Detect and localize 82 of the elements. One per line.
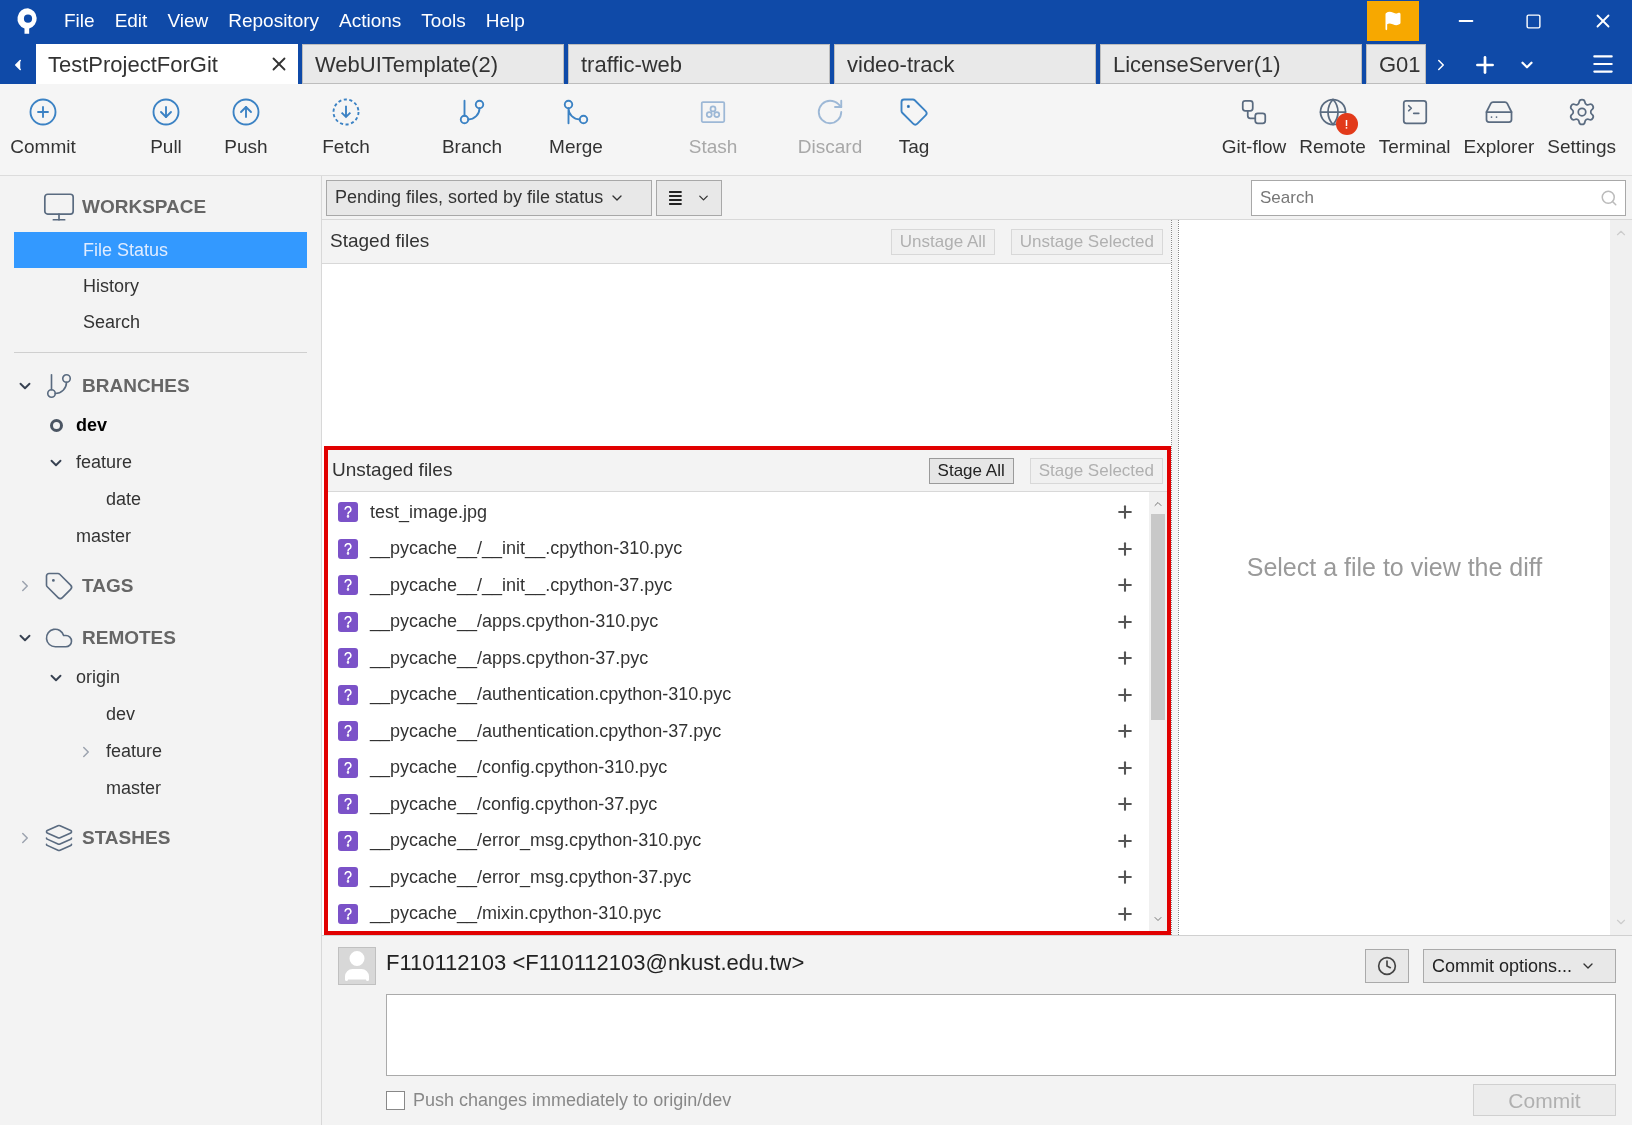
stash-icon [44, 823, 74, 853]
push-checkbox[interactable] [386, 1090, 405, 1110]
toolbar-button[interactable]: Explorer [1458, 97, 1540, 162]
toolbar-button[interactable]: Merge [532, 97, 620, 162]
repo-tab[interactable]: WebUITemplate(2) [302, 44, 564, 84]
section-heading[interactable]: REMOTES [82, 623, 176, 653]
menu-item[interactable]: Tools [421, 6, 466, 36]
branch-icon [44, 371, 74, 401]
tree-item[interactable]: master [76, 523, 131, 550]
repo-tab[interactable]: traffic-web [568, 44, 830, 84]
monitor-icon [42, 190, 76, 224]
toolbar-button[interactable]: Push [206, 97, 286, 162]
avatar [338, 947, 376, 985]
section-heading[interactable]: BRANCHES [82, 371, 190, 401]
menu-item[interactable]: View [167, 6, 209, 36]
pull-icon [151, 97, 181, 128]
push-icon [231, 97, 261, 128]
repo-tab[interactable]: video-track [834, 44, 1096, 84]
file-name[interactable]: __pycache__/apps.cpython-310.pyc [370, 608, 659, 636]
flag-icon [1383, 11, 1403, 31]
tree-item[interactable]: origin [76, 664, 121, 691]
menu-item[interactable]: Help [485, 6, 525, 36]
section-heading: WORKSPACE [82, 194, 207, 219]
toolbar-button[interactable]: Pull [126, 97, 206, 162]
repo-tab[interactable]: G01 [1366, 44, 1426, 84]
scrollbar[interactable] [1149, 492, 1167, 931]
file-name[interactable]: __pycache__/apps.cpython-37.pyc [370, 644, 649, 672]
clock-icon [1377, 956, 1397, 976]
toolbar-button[interactable]: Tag [872, 97, 956, 162]
file-name[interactable]: __pycache__/__init__.cpython-37.pyc [370, 571, 673, 599]
panel-title: Unstaged files [332, 458, 453, 483]
globe-icon [1317, 97, 1348, 128]
file-name[interactable]: test_image.jpg [370, 498, 488, 526]
filter-dropdown[interactable]: Pending files, sorted by file status [326, 179, 652, 216]
file-name[interactable]: __pycache__/error_msg.cpython-310.pyc [370, 827, 702, 855]
toolbar-button[interactable]: Commit [0, 97, 86, 162]
tree-item[interactable]: dev [106, 701, 136, 728]
menu-item[interactable]: File [64, 6, 95, 36]
file-name[interactable]: __pycache__/authentication.cpython-310.pyc [370, 681, 732, 709]
view-mode-dropdown[interactable]: ≣ [656, 179, 722, 216]
empty-state-message: Select a file to view the diff [1246, 551, 1543, 583]
file-name[interactable]: __pycache__/error_msg.cpython-37.pyc [370, 863, 692, 891]
toolbar-button[interactable]: Branch [412, 97, 532, 162]
workspace-item[interactable]: History [14, 268, 307, 304]
toolbar-button[interactable]: Terminal [1373, 97, 1456, 162]
toolbar-button[interactable]: Remote [1294, 97, 1371, 162]
tag-icon [44, 571, 74, 601]
tree-item[interactable]: feature [106, 738, 163, 765]
menu-item[interactable]: Actions [339, 6, 402, 36]
toolbar-button[interactable]: Fetch [290, 97, 402, 162]
panel-title: Staged files [330, 229, 430, 254]
repo-tab[interactable]: TestProjectForGit [36, 44, 298, 84]
tree-item[interactable]: feature [76, 449, 133, 476]
tag-icon [899, 97, 929, 128]
push-label: Push changes immediately to origin/dev [413, 1088, 732, 1112]
toolbar-button[interactable]: Git-flow [1216, 97, 1292, 162]
commit-message-field[interactable] [386, 994, 1616, 1076]
tree-item[interactable]: master [106, 775, 161, 802]
toolbar-button[interactable]: Settings [1542, 97, 1621, 162]
commit-author: F110112103 <F110112103@nkust.edu.tw> [386, 949, 805, 977]
file-name[interactable]: __pycache__/mixin.cpython-310.pyc [370, 900, 662, 928]
commit-icon [28, 97, 58, 128]
panel-button[interactable]: Stage All [928, 457, 1014, 484]
file-name[interactable]: __pycache__/config.cpython-37.pyc [370, 790, 658, 818]
menu-item[interactable]: Edit [114, 6, 148, 36]
commit-options-dropdown[interactable]: Commit options... [1423, 949, 1616, 983]
tree-item[interactable]: dev [76, 412, 108, 439]
scroll-thumb[interactable] [1151, 514, 1165, 720]
file-name[interactable]: __pycache__/config.cpython-310.pyc [370, 754, 668, 782]
file-name[interactable]: __pycache__/authentication.cpython-37.pyc [370, 717, 722, 745]
repo-tab[interactable]: LicenseServer(1) [1100, 44, 1362, 84]
section-heading[interactable]: TAGS [82, 571, 134, 601]
history-button[interactable] [1365, 949, 1409, 983]
section-heading[interactable]: STASHES [82, 823, 171, 853]
menu-item[interactable]: Repository [228, 6, 320, 36]
file-name[interactable]: __pycache__/__init__.cpython-310.pyc [370, 535, 683, 563]
tree-item[interactable]: date [106, 486, 142, 513]
workspace-item[interactable]: Search [14, 304, 307, 340]
search-field[interactable]: Search [1251, 179, 1626, 216]
fetch-icon [331, 97, 361, 128]
search-icon [1600, 188, 1618, 207]
maximize-icon[interactable] [1525, 12, 1542, 30]
